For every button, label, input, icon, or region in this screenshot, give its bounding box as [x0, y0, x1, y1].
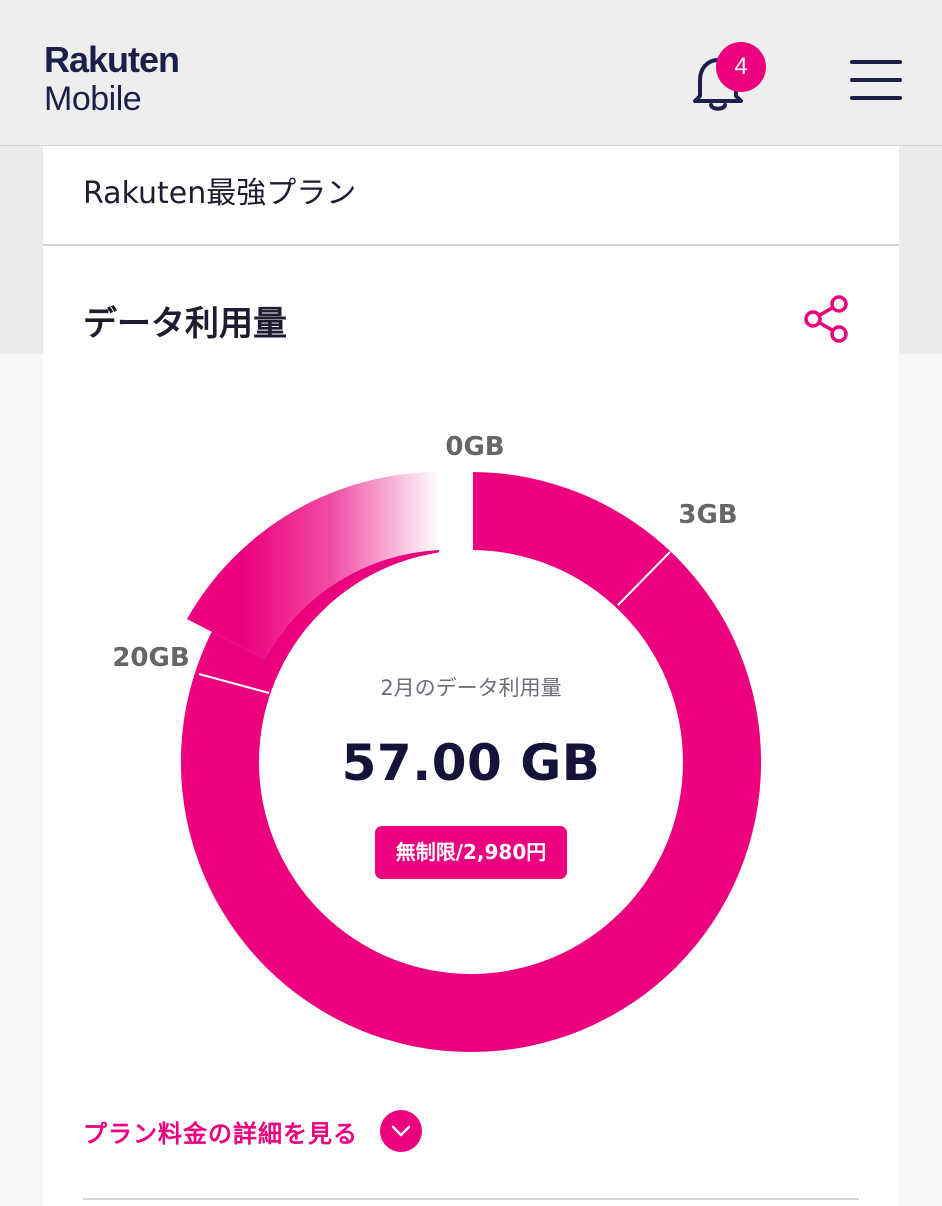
plan-details-link[interactable]: プラン料金の詳細を見る [83, 1114, 358, 1149]
donut-gap [439, 466, 473, 556]
plan-details-toggle[interactable]: プラン料金の詳細を見る [83, 1108, 422, 1154]
tick-label-20gb: 20GB [112, 643, 189, 673]
plan-name: Rakuten最強プラン [83, 176, 357, 211]
chevron-down-icon[interactable] [380, 1110, 422, 1152]
usage-month-label: 2月のデータ利用量 [380, 676, 562, 700]
plan-price-badge: 無制限/2,980円 [375, 826, 567, 879]
usage-amount: 57.00 GB [341, 734, 601, 792]
plan-card[interactable]: Rakuten最強プラン [43, 146, 899, 246]
app-header: Rakuten Mobile 4 [0, 0, 942, 146]
donut-segment-fade-fill [187, 472, 439, 659]
hamburger-menu-icon[interactable] [850, 60, 902, 104]
rakuten-mobile-logo[interactable]: Rakuten Mobile [44, 39, 180, 118]
tick-label-3gb: 3GB [678, 500, 737, 530]
data-usage-card: データ利用量 0GB 3GB 20GB 2月のデータ利用量 57.00 GB 無… [43, 246, 899, 1206]
logo-mobile-text: Mobile [44, 80, 142, 118]
tick-label-0gb: 0GB [445, 432, 504, 462]
notification-badge[interactable]: 4 [716, 42, 766, 92]
logo-rakuten-text: Rakuten [44, 39, 180, 80]
